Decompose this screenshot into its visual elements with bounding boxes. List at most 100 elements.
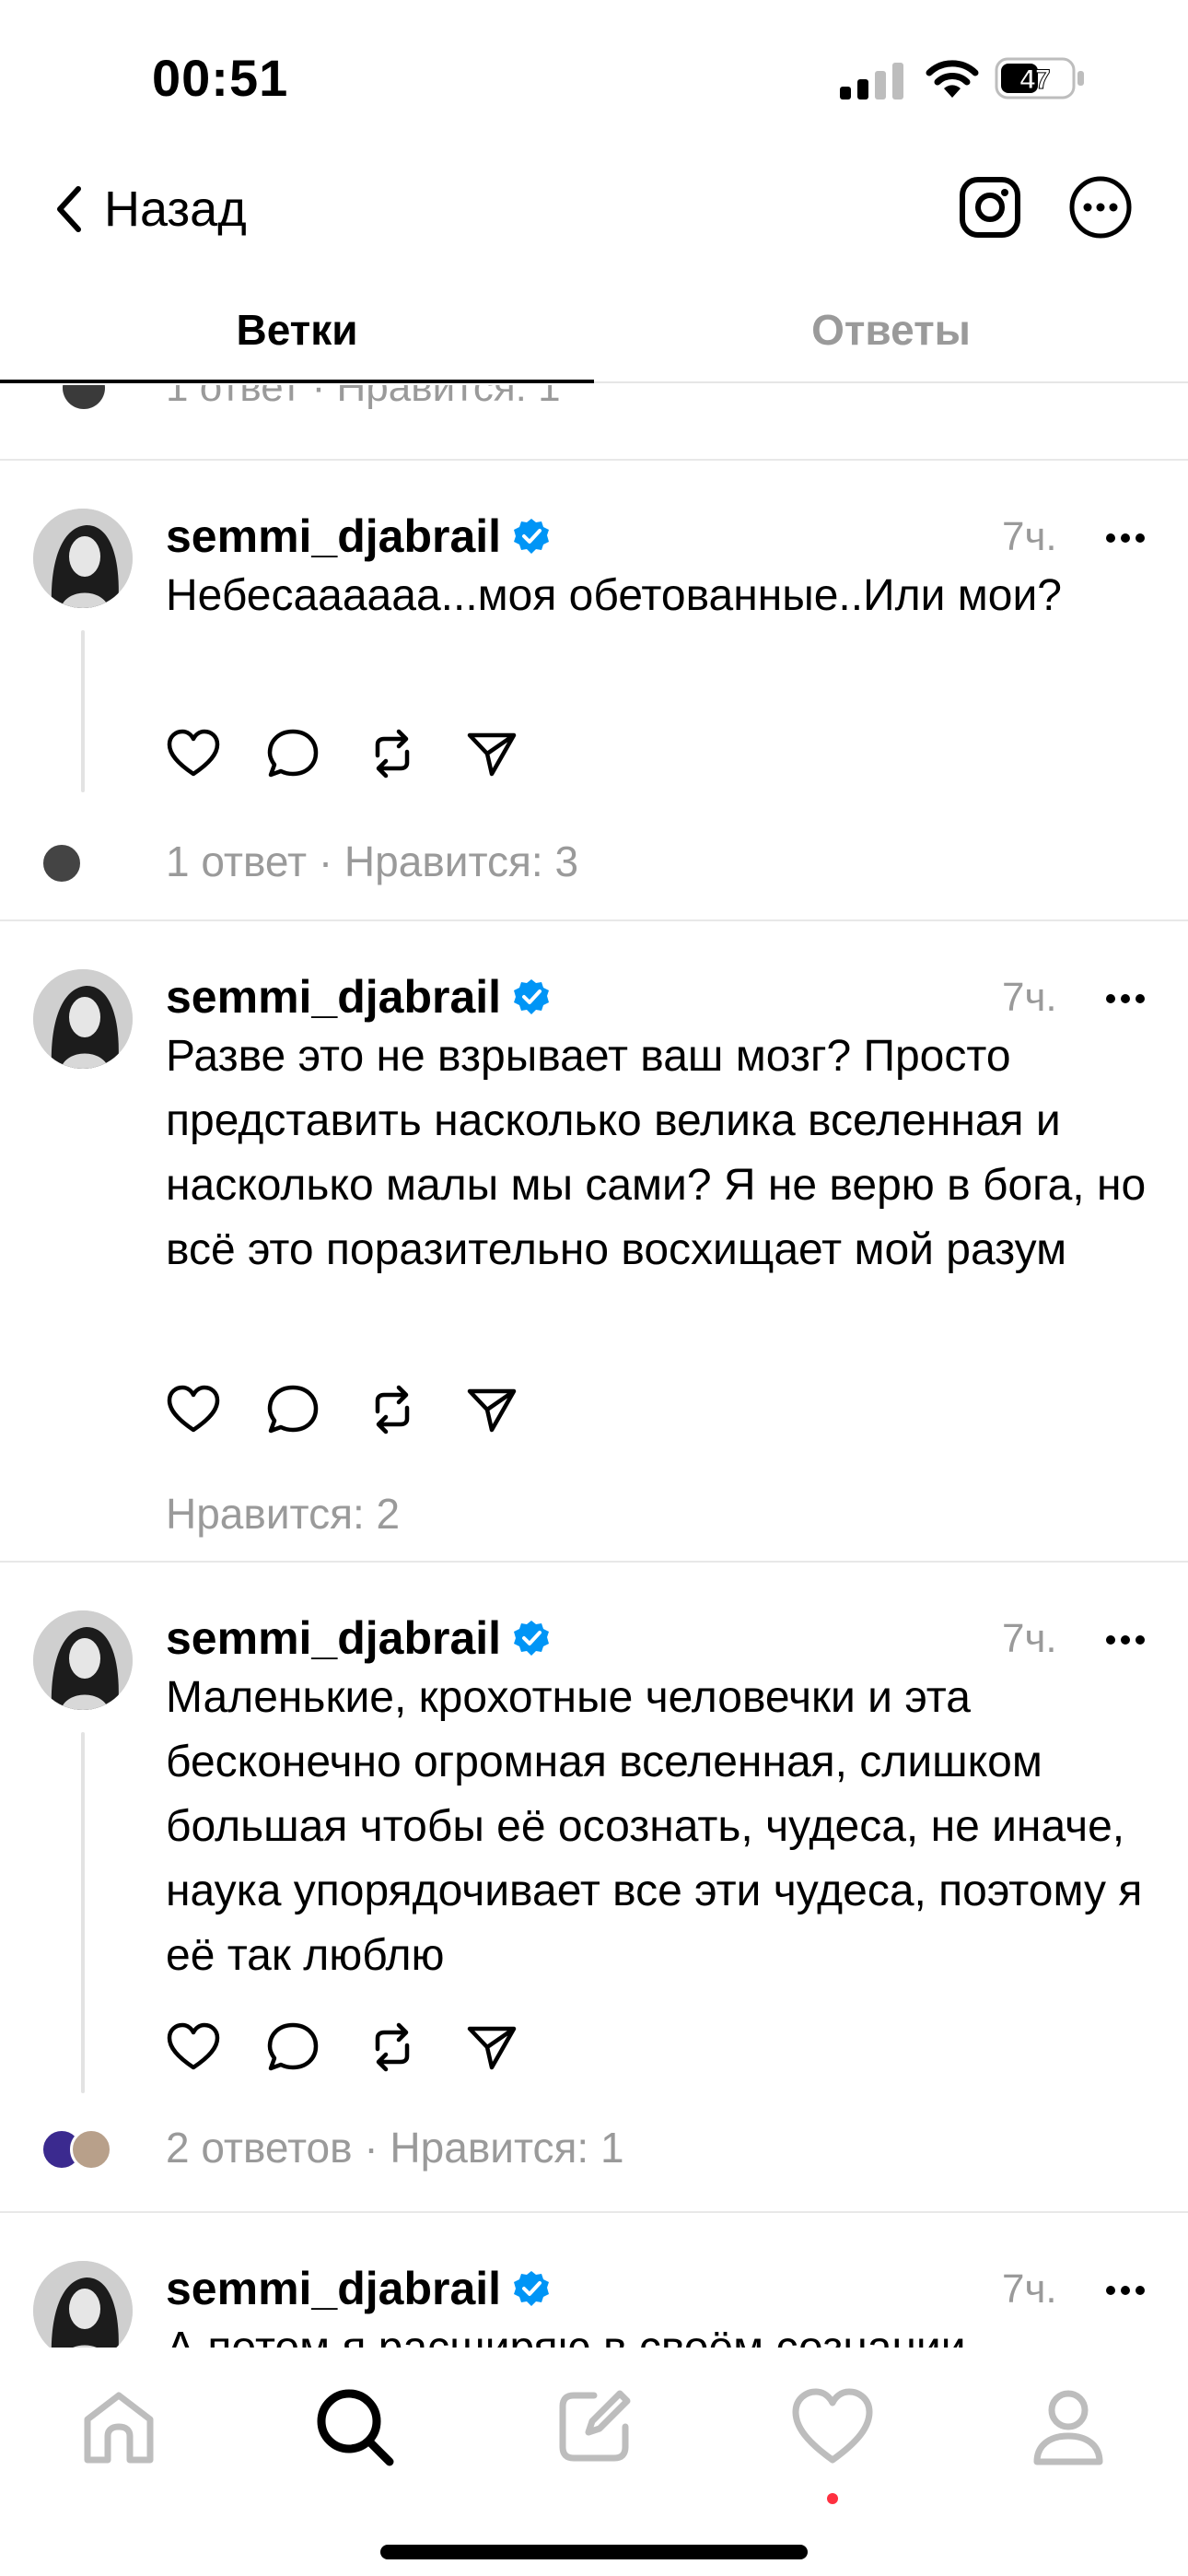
username-row: semmi_djabrail bbox=[166, 1610, 551, 1666]
tab-compose[interactable] bbox=[548, 2381, 640, 2473]
home-indicator bbox=[380, 2545, 808, 2559]
thread-post[interactable]: semmi_djabrail 7ч. А потом я расширяю в … bbox=[0, 2213, 1188, 2348]
reply-avatar bbox=[63, 385, 105, 409]
clipped-post-footer: 1 ответ · Нравится: 1 bbox=[0, 385, 1188, 459]
post-time: 7ч. bbox=[1002, 1616, 1057, 1661]
tab-profile[interactable] bbox=[1022, 2381, 1114, 2473]
avatar[interactable] bbox=[33, 509, 133, 608]
avatar-image bbox=[33, 1610, 133, 1710]
thread-line bbox=[81, 630, 85, 792]
username-row: semmi_djabrail bbox=[166, 2261, 551, 2316]
avatar[interactable] bbox=[33, 2261, 133, 2348]
more-icon[interactable] bbox=[1101, 980, 1149, 1017]
thread-post[interactable]: semmi_djabrail 7ч. Разве это не взрывает… bbox=[0, 921, 1188, 1561]
like-button[interactable] bbox=[166, 726, 221, 781]
tab-replies[interactable]: Ответы bbox=[594, 276, 1188, 383]
back-label: Назад bbox=[104, 181, 247, 237]
like-button[interactable] bbox=[166, 2020, 221, 2075]
send-icon bbox=[467, 1388, 517, 1433]
notification-dot bbox=[827, 2493, 838, 2504]
thread-line bbox=[81, 1732, 85, 2093]
threads-feed[interactable]: 1 ответ · Нравится: 1 semmi_djabrail 7ч.… bbox=[0, 385, 1188, 2348]
more-icon[interactable] bbox=[1101, 1622, 1149, 1658]
profile-tabs: Ветки Ответы bbox=[0, 276, 1188, 383]
username[interactable]: semmi_djabrail bbox=[166, 2262, 501, 2315]
avatar[interactable] bbox=[33, 969, 133, 1069]
avatar-image bbox=[33, 969, 133, 1069]
post-time: 7ч. bbox=[1002, 975, 1057, 1020]
status-bar: 00:51 47 bbox=[0, 0, 1188, 157]
post-meta[interactable]: 2 ответов · Нравится: 1 bbox=[166, 2123, 624, 2172]
nav-header: Назад bbox=[0, 157, 1188, 267]
more-circle-icon[interactable] bbox=[1068, 175, 1133, 240]
post-meta: 1 ответ · Нравится: 1 bbox=[166, 385, 561, 410]
post-text: А потом я расширяю в своём сознании bbox=[166, 2316, 1160, 2348]
cellular-signal-icon bbox=[840, 63, 903, 100]
reply-button[interactable] bbox=[265, 2020, 320, 2075]
search-icon bbox=[317, 2389, 394, 2466]
activity-heart-icon bbox=[792, 2388, 873, 2464]
verified-badge-icon bbox=[514, 2271, 550, 2306]
heart-icon bbox=[167, 729, 220, 777]
comment-icon bbox=[267, 729, 319, 778]
comment-icon bbox=[267, 2022, 319, 2071]
reply-button[interactable] bbox=[265, 726, 320, 781]
verified-badge-icon bbox=[514, 979, 550, 1014]
compose-icon bbox=[559, 2390, 631, 2462]
repost-button[interactable] bbox=[365, 726, 420, 781]
send-icon bbox=[467, 732, 517, 777]
post-actions bbox=[166, 726, 564, 781]
username-row: semmi_djabrail bbox=[166, 969, 551, 1025]
tab-home[interactable] bbox=[73, 2381, 165, 2473]
post-text: Небесаааааа...моя обетованные..Или мои? bbox=[166, 571, 1062, 620]
send-icon bbox=[467, 2026, 517, 2070]
username-row: semmi_djabrail bbox=[166, 509, 551, 564]
more-icon[interactable] bbox=[1101, 2272, 1149, 2309]
thread-post[interactable]: semmi_djabrail 7ч. Маленькие, крохотные … bbox=[0, 1563, 1188, 2211]
instagram-icon[interactable] bbox=[958, 175, 1022, 240]
verified-badge-icon bbox=[514, 1621, 550, 1656]
chevron-left-icon bbox=[57, 186, 81, 232]
repost-button[interactable] bbox=[365, 2020, 420, 2075]
heart-icon bbox=[167, 2022, 220, 2070]
post-meta[interactable]: 1 ответ · Нравится: 3 bbox=[166, 837, 578, 886]
post-time: 7ч. bbox=[1002, 2266, 1057, 2312]
username[interactable]: semmi_djabrail bbox=[166, 509, 501, 563]
avatar[interactable] bbox=[33, 1610, 133, 1710]
more-icon[interactable] bbox=[1101, 520, 1149, 556]
share-button[interactable] bbox=[464, 1382, 519, 1437]
reply-avatar bbox=[41, 842, 83, 884]
heart-icon bbox=[167, 1385, 220, 1433]
tab-search[interactable] bbox=[309, 2381, 401, 2473]
post-time: 7ч. bbox=[1002, 514, 1057, 559]
reply-avatar bbox=[70, 2128, 112, 2171]
username[interactable]: semmi_djabrail bbox=[166, 970, 501, 1024]
verified-badge-icon bbox=[514, 519, 550, 554]
battery-level: 47 bbox=[1019, 64, 1050, 95]
post-meta[interactable]: Нравится: 2 bbox=[166, 1489, 400, 1539]
tab-activity[interactable] bbox=[786, 2381, 879, 2473]
comment-icon bbox=[267, 1385, 319, 1434]
tab-threads[interactable]: Ветки bbox=[0, 276, 594, 383]
repost-icon bbox=[375, 729, 410, 779]
repost-icon bbox=[375, 2022, 410, 2072]
share-button[interactable] bbox=[464, 726, 519, 781]
avatar-image bbox=[33, 509, 133, 608]
username[interactable]: semmi_djabrail bbox=[166, 1611, 501, 1665]
active-tab-indicator bbox=[0, 380, 594, 383]
post-text: Разве это не взрывает ваш мозг? Просто п… bbox=[166, 1032, 1147, 1274]
thread-post[interactable]: semmi_djabrail 7ч. Небесаааааа...моя обе… bbox=[0, 461, 1188, 919]
reply-avatars bbox=[41, 842, 83, 884]
battery-indicator: 47 bbox=[995, 57, 1087, 100]
post-actions bbox=[166, 2020, 564, 2075]
bottom-tab-bar bbox=[0, 2348, 1188, 2576]
home-icon bbox=[84, 2392, 154, 2464]
like-button[interactable] bbox=[166, 1382, 221, 1437]
profile-icon bbox=[1033, 2390, 1103, 2465]
repost-button[interactable] bbox=[365, 1382, 420, 1437]
reply-avatars bbox=[41, 2128, 112, 2171]
battery-icon: 47 bbox=[995, 57, 1084, 100]
share-button[interactable] bbox=[464, 2020, 519, 2075]
back-button[interactable]: Назад bbox=[51, 177, 247, 241]
reply-button[interactable] bbox=[265, 1382, 320, 1437]
